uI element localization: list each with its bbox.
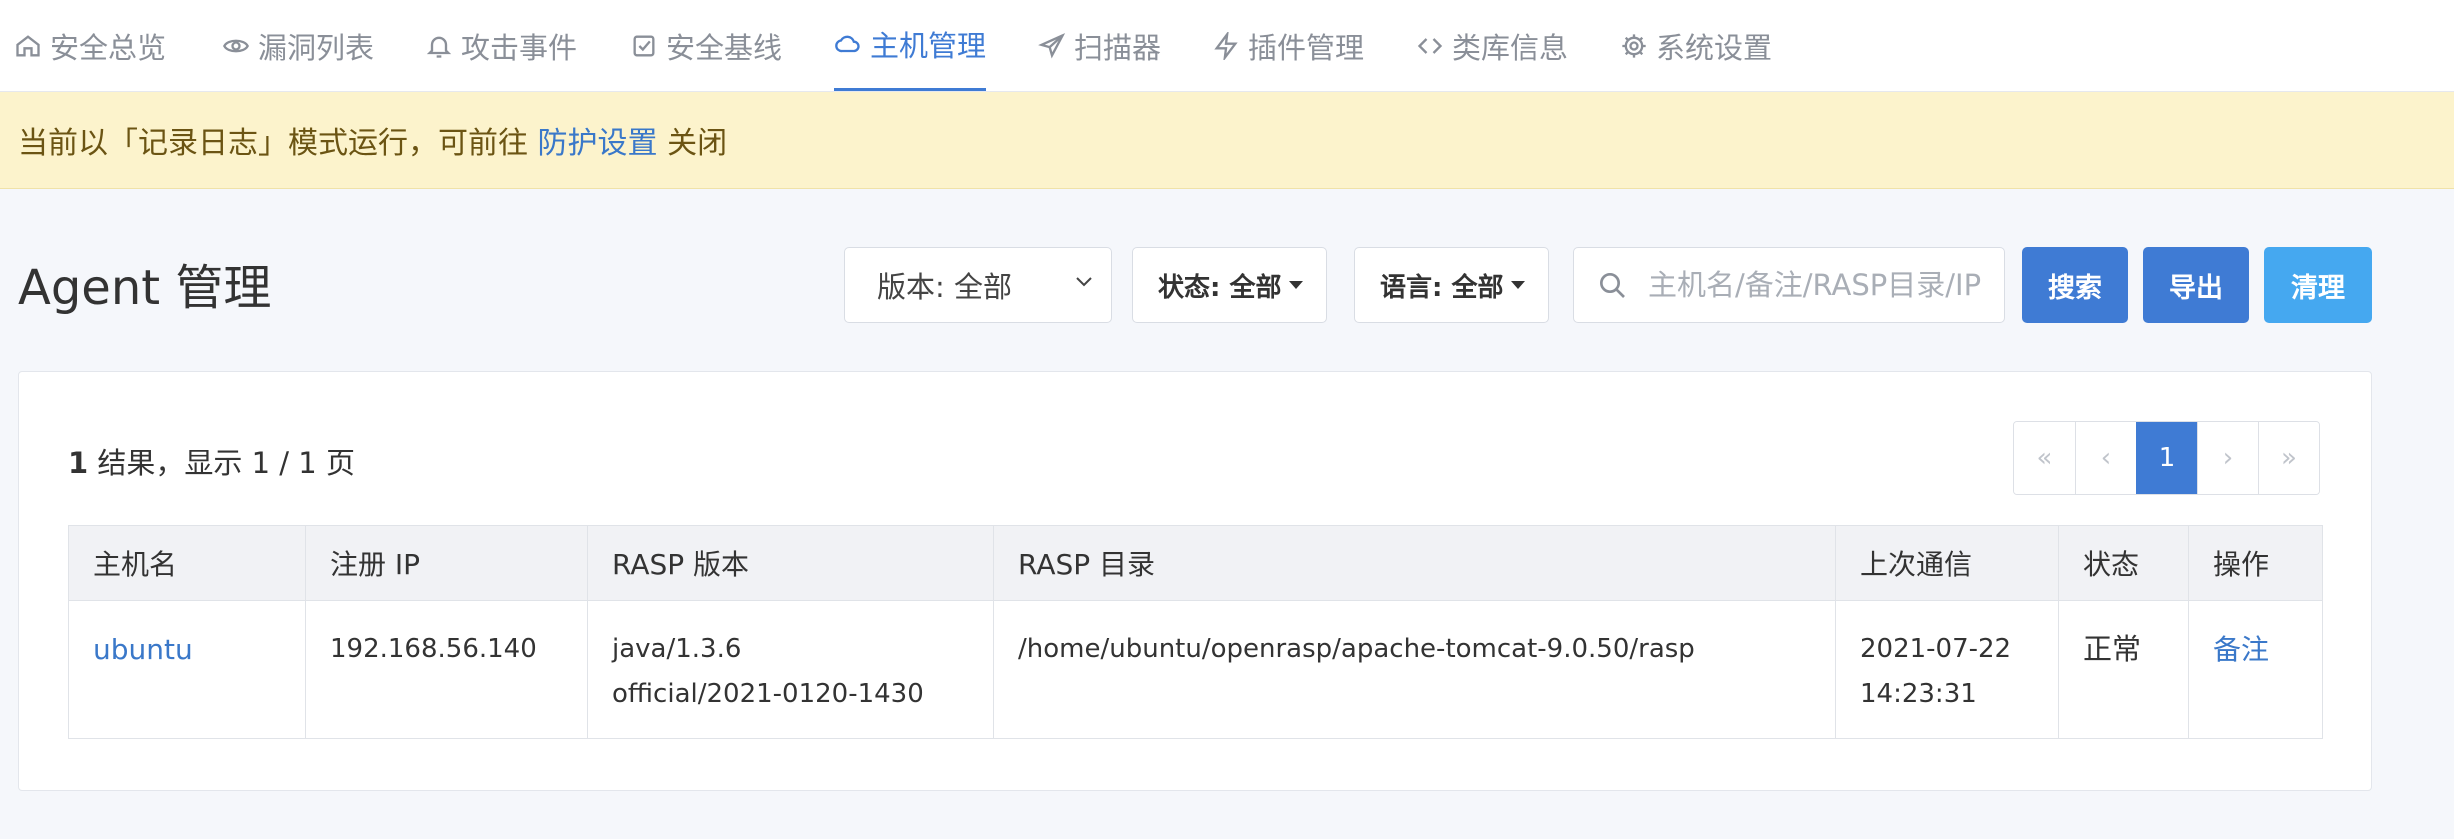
mode-warning-banner: 当前以「记录日志」模式运行，可前往 防护设置 关闭 bbox=[0, 92, 2454, 189]
nav-item-libraries[interactable]: 类库信息 bbox=[1416, 0, 1568, 91]
nav-item-attacks[interactable]: 攻击事件 bbox=[425, 0, 577, 91]
protection-settings-link[interactable]: 防护设置 bbox=[538, 126, 658, 161]
actions-cell: 备注 bbox=[2188, 600, 2323, 739]
hostname-cell: ubuntu bbox=[68, 600, 306, 739]
nav-item-overview[interactable]: 安全总览 bbox=[14, 0, 166, 91]
nav-item-label: 安全总览 bbox=[50, 30, 167, 65]
version-line: java/1.3.6 bbox=[612, 634, 742, 664]
nav-item-baseline[interactable]: 安全基线 bbox=[630, 0, 782, 91]
agent-table: 主机名 注册 IP RASP 版本 RASP 目录 上次通信 状态 操作 ubu… bbox=[68, 525, 2323, 739]
nav-item-label: 安全基线 bbox=[666, 30, 783, 65]
hostname-link[interactable]: ubuntu bbox=[93, 633, 193, 666]
nav-item-label: 系统设置 bbox=[1656, 30, 1773, 65]
status-filter-label: 状态: 全部 bbox=[1158, 272, 1282, 303]
export-button[interactable]: 导出 bbox=[2143, 247, 2249, 323]
bell-icon bbox=[426, 36, 452, 58]
ip-cell: 192.168.56.140 bbox=[305, 600, 588, 739]
column-header-status: 状态 bbox=[2058, 525, 2189, 601]
gear-icon bbox=[1622, 33, 1646, 58]
banner-text: 当前以「记录日志」模式运行，可前往 bbox=[18, 126, 528, 161]
next-page-button[interactable]: › bbox=[2197, 422, 2258, 494]
search-icon bbox=[1600, 273, 1625, 298]
result-count: 1 bbox=[68, 446, 89, 480]
nav-item-hosts[interactable]: 主机管理 bbox=[834, 0, 987, 91]
cloud-icon bbox=[835, 35, 860, 53]
nav-item-plugins[interactable]: 插件管理 bbox=[1212, 0, 1364, 91]
language-filter-dropdown[interactable]: 语言: 全部 bbox=[1354, 247, 1549, 323]
nav-item-vulnerabilities[interactable]: 漏洞列表 bbox=[222, 0, 374, 91]
nav-item-label: 扫描器 bbox=[1074, 30, 1162, 65]
column-header-hostname: 主机名 bbox=[68, 525, 306, 601]
build-line: official/2021-0120-1430 bbox=[612, 679, 924, 709]
nav-item-settings[interactable]: 系统设置 bbox=[1620, 0, 1772, 91]
eye-icon bbox=[223, 39, 249, 52]
caret-down-icon bbox=[1289, 281, 1304, 289]
last-contact-date: 2021-07-22 bbox=[1860, 634, 2012, 664]
nav-item-label: 漏洞列表 bbox=[258, 30, 375, 65]
pagination: « ‹ 1 › » bbox=[2013, 421, 2320, 495]
top-nav: 安全总览 漏洞列表 攻击事件 安全基线 主机管理 扫描器 插件管理 类库信息 系… bbox=[0, 0, 2454, 92]
column-header-ip: 注册 IP bbox=[305, 525, 588, 601]
language-filter-label: 语言: 全部 bbox=[1380, 272, 1504, 303]
checkbox-icon bbox=[633, 35, 655, 56]
table-header-row: 主机名 注册 IP RASP 版本 RASP 目录 上次通信 状态 操作 bbox=[68, 525, 2323, 601]
column-header-directory: RASP 目录 bbox=[993, 525, 1836, 601]
search-button[interactable]: 搜索 bbox=[2022, 247, 2128, 323]
nav-item-label: 类库信息 bbox=[1452, 30, 1569, 65]
home-icon bbox=[16, 34, 40, 56]
version-select-value: 版本: 全部 bbox=[877, 270, 1012, 304]
last-contact-time: 14:23:31 bbox=[1860, 679, 1977, 709]
search-box bbox=[1573, 247, 2005, 323]
clean-button[interactable]: 清理 bbox=[2264, 247, 2372, 323]
prev-page-button[interactable]: ‹ bbox=[2075, 422, 2136, 494]
result-summary: 1 结果，显示 1 / 1 页 bbox=[68, 440, 355, 482]
column-header-last-contact: 上次通信 bbox=[1835, 525, 2059, 601]
column-header-actions: 操作 bbox=[2188, 525, 2323, 601]
page-title: Agent 管理 bbox=[18, 260, 272, 316]
send-icon bbox=[1038, 32, 1066, 58]
first-page-button[interactable]: « bbox=[2014, 422, 2075, 494]
last-contact-cell: 2021-07-22 14:23:31 bbox=[1835, 600, 2059, 739]
nav-item-label: 攻击事件 bbox=[461, 30, 578, 65]
caret-down-icon bbox=[1511, 281, 1526, 289]
note-link[interactable]: 备注 bbox=[2213, 633, 2269, 666]
bolt-icon bbox=[1214, 31, 1238, 60]
page-number-button[interactable]: 1 bbox=[2136, 422, 2197, 494]
nav-item-label: 主机管理 bbox=[870, 29, 987, 63]
last-page-button[interactable]: » bbox=[2258, 422, 2319, 494]
result-summary-text: 结果，显示 1 / 1 页 bbox=[97, 446, 355, 480]
status-filter-dropdown[interactable]: 状态: 全部 bbox=[1132, 247, 1327, 323]
directory-cell: /home/ubuntu/openrasp/apache-tomcat-9.0.… bbox=[993, 600, 1836, 739]
nav-item-label: 插件管理 bbox=[1248, 30, 1365, 65]
table-row: ubuntu 192.168.56.140 java/1.3.6 officia… bbox=[68, 600, 2323, 739]
version-cell: java/1.3.6 official/2021-0120-1430 bbox=[587, 600, 994, 739]
banner-suffix: 关闭 bbox=[667, 126, 728, 161]
column-header-version: RASP 版本 bbox=[587, 525, 994, 601]
search-input[interactable] bbox=[1646, 267, 1990, 303]
nav-item-scanner[interactable]: 扫描器 bbox=[1038, 0, 1161, 91]
status-cell: 正常 bbox=[2058, 600, 2189, 739]
version-select[interactable]: 版本: 全部 bbox=[844, 247, 1112, 323]
code-icon bbox=[1417, 37, 1443, 54]
chevron-down-icon bbox=[1076, 277, 1092, 287]
